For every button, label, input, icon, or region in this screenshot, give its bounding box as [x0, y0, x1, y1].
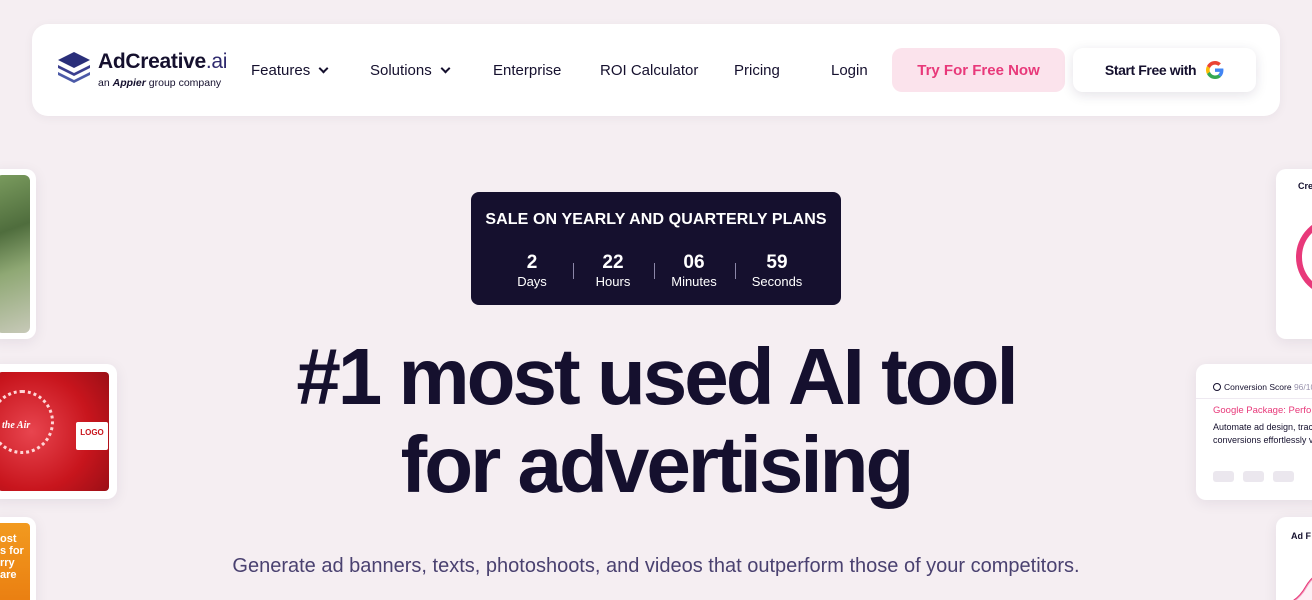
logo-placeholder: LOGO [76, 422, 108, 450]
countdown-seconds-value: 59 [766, 252, 788, 273]
logo-stack-icon [58, 52, 90, 83]
google-icon [1206, 61, 1224, 79]
ad-preview-text: s for [0, 545, 24, 557]
logo-wordmark: AdCreative.ai [98, 50, 228, 73]
countdown-hours: 22 Hours [578, 252, 648, 290]
conversion-score-card: Conversion Score 96/100 Google Package: … [1196, 364, 1312, 500]
hero-headline-line2: for advertising [400, 420, 915, 509]
countdown-minutes-value: 06 [683, 252, 705, 273]
nav-features-label: Features [251, 62, 311, 79]
conversion-score-icon [1213, 383, 1221, 391]
ad-preview-text: the Air [2, 420, 31, 431]
adcreative-logo[interactable]: AdCreative.ai an Appier group company [56, 48, 228, 94]
countdown-hours-label: Hours [595, 274, 631, 289]
countdown-seconds-label: Seconds [751, 274, 803, 289]
divider [1196, 398, 1312, 399]
ad-preview-text: rry [0, 557, 15, 569]
countdown-separator [573, 263, 574, 279]
ad-performance-card: Ad F [1276, 517, 1312, 600]
score-ring [1296, 217, 1312, 297]
ad-preview-card-photo [0, 169, 36, 339]
nav-solutions[interactable]: Solutions [370, 62, 451, 79]
trend-curve [1293, 577, 1312, 600]
logo-tagline: an Appier group company [98, 77, 222, 89]
start-free-google-button[interactable]: Start Free with [1073, 48, 1256, 92]
placeholder-pill [1243, 471, 1264, 482]
placeholder-pill [1273, 471, 1294, 482]
ad-preview-image: ost s for rry are [0, 523, 30, 600]
ad-preview-image [0, 175, 30, 333]
countdown-hours-value: 22 [602, 252, 624, 273]
hero-headline: #1 most used AI tool for advertising [256, 333, 1056, 509]
countdown-days-label: Days [517, 274, 547, 289]
countdown-minutes-label: Minutes [671, 274, 717, 289]
conversion-score: Conversion Score 96/100 [1213, 382, 1312, 392]
ad-preview-text: are [0, 569, 17, 581]
nav-login[interactable]: Login [831, 62, 868, 79]
nav-solutions-label: Solutions [370, 62, 432, 79]
top-navbar: AdCreative.ai an Appier group company Fe… [32, 24, 1280, 116]
package-description: Automate ad design, trac conversions eff… [1213, 422, 1312, 445]
start-free-google-label: Start Free with [1104, 62, 1197, 78]
ad-preview-text: ost [0, 533, 17, 545]
card-title: Cre [1298, 181, 1312, 191]
hero-headline-line1: #1 most used AI tool [296, 332, 1018, 421]
countdown-separator [654, 263, 655, 279]
chevron-down-icon [440, 63, 451, 74]
nav-enterprise[interactable]: Enterprise [493, 62, 561, 79]
countdown-seconds: 59 Seconds [742, 252, 812, 290]
ad-preview-image: the Air LOGO [0, 372, 109, 491]
placeholder-pill [1213, 471, 1234, 482]
nav-features[interactable]: Features [251, 62, 329, 79]
ad-preview-card-orange: ost s for rry are [0, 517, 36, 600]
sale-title: SALE ON YEARLY AND QUARTERLY PLANS [485, 211, 827, 228]
package-title: Google Package: Perfo [1213, 405, 1312, 416]
countdown-days: 2 Days [497, 252, 567, 290]
ad-preview-card-red: the Air LOGO [0, 364, 117, 499]
card-title: Ad F [1291, 531, 1311, 541]
nav-pricing[interactable]: Pricing [734, 62, 780, 79]
countdown-minutes: 06 Minutes [659, 252, 729, 290]
countdown-days-value: 2 [526, 252, 538, 273]
chevron-down-icon [318, 63, 329, 74]
try-for-free-button[interactable]: Try For Free Now [892, 48, 1065, 92]
hero-subheadline: Generate ad banners, texts, photoshoots,… [232, 555, 1080, 577]
countdown-separator [735, 263, 736, 279]
creative-score-card: Cre [1276, 169, 1312, 339]
nav-roi-calculator[interactable]: ROI Calculator [600, 62, 698, 79]
sale-countdown-banner: SALE ON YEARLY AND QUARTERLY PLANS 2 Day… [471, 192, 841, 305]
